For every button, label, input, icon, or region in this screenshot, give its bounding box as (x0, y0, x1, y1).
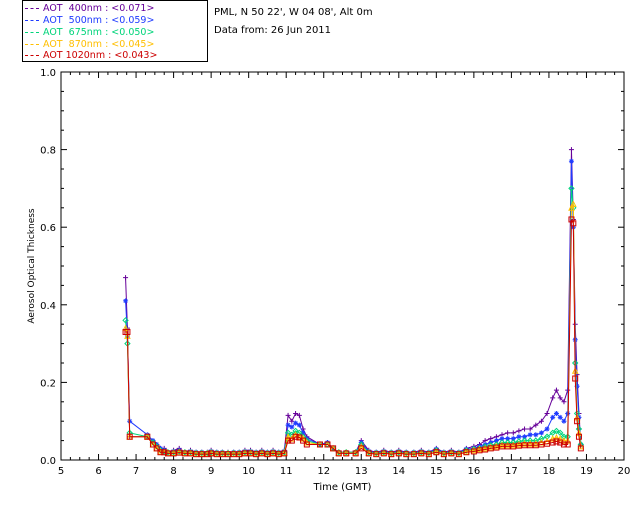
data-point (285, 412, 291, 418)
data-point (533, 432, 539, 438)
data-point (557, 414, 563, 420)
data-point (123, 275, 129, 281)
x-tick-label: 17 (505, 466, 518, 477)
x-tick-label: 7 (133, 466, 139, 477)
data-point (561, 418, 567, 424)
data-point (553, 387, 559, 393)
data-point (568, 147, 574, 153)
series-aot-675nm (122, 185, 585, 457)
x-tick-label: 8 (170, 466, 176, 477)
x-tick-label: 10 (242, 466, 255, 477)
series-line (125, 161, 582, 454)
data-point (553, 410, 559, 416)
data-point (544, 426, 550, 432)
x-tick-label: 20 (618, 466, 631, 477)
y-tick-label: 0.0 (40, 456, 56, 467)
x-tick-label: 5 (58, 466, 64, 477)
x-tick-label: 15 (430, 466, 443, 477)
series-aot-1020nm (122, 216, 584, 458)
x-tick-label: 16 (467, 466, 480, 477)
data-point (522, 426, 528, 432)
aot-chart: 5 6 7 8 9 10 11 12 13 14 15 16 17 18 19 20 0.0 0.2 0.4 0.6 0… (27, 68, 631, 493)
data-point (550, 414, 556, 420)
x-tick-label: 9 (208, 466, 214, 477)
series-aot-500nm (123, 158, 584, 456)
plot-frame (60, 71, 625, 461)
x-axis-label: Time (GMT) (313, 482, 372, 493)
data-point (527, 432, 533, 438)
y-tick-label: 0.4 (40, 301, 56, 312)
series-line (125, 219, 582, 455)
x-tick-label: 19 (580, 466, 593, 477)
series-line (125, 149, 582, 453)
series-line (125, 203, 582, 455)
x-tick-label: 12 (317, 466, 330, 477)
series-aot-870nm (122, 200, 585, 457)
data-point (550, 395, 556, 401)
y-tick-label: 0.6 (40, 223, 56, 234)
series-line (125, 188, 582, 454)
data-point (296, 422, 302, 428)
y-tick-label: 1.0 (40, 68, 56, 79)
data-point (568, 158, 574, 164)
data-point (538, 430, 544, 436)
x-tick-label: 18 (543, 466, 556, 477)
x-tick-label: 11 (280, 466, 293, 477)
data-point (510, 430, 516, 436)
x-tick-label: 13 (355, 466, 368, 477)
x-tick-label: 14 (392, 466, 405, 477)
y-tick-label: 0.2 (40, 378, 56, 389)
data-point (505, 430, 511, 436)
data-point (123, 298, 129, 304)
data-point (289, 424, 295, 430)
y-axis-label: Aerosol Optical Thickness (27, 208, 37, 324)
y-tick-label: 0.8 (40, 146, 56, 157)
data-point (516, 428, 522, 434)
x-tick-label: 6 (95, 466, 101, 477)
series-aot-400nm (123, 147, 584, 455)
